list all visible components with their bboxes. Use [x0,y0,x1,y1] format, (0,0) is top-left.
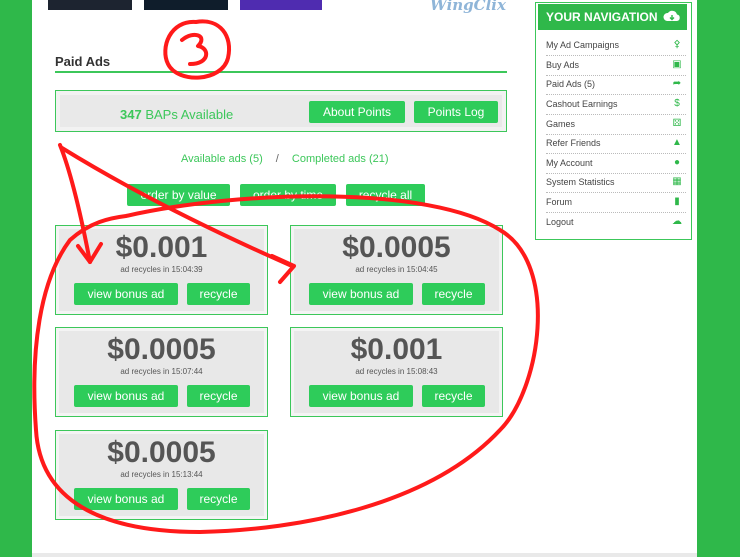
view-bonus-ad-button[interactable]: view bonus ad [309,385,413,407]
nav-item-label: Cashout Earnings [546,99,618,109]
nav-item-label: System Statistics [546,177,615,187]
banner-ad-2[interactable] [144,0,228,10]
nav-item-label: My Account [546,158,593,168]
ad-price: $0.0005 [342,231,451,264]
ad-card: $0.0005 ad recycles in 15:13:44 view bon… [55,430,268,520]
ad-card-inner: $0.0005 ad recycles in 15:07:44 view bon… [59,331,264,413]
wingclix-logo[interactable]: WingClix [430,0,506,14]
order-by-time-button[interactable]: order by time [240,184,336,206]
nav-item-forum[interactable]: Forum ▮ [546,193,686,213]
available-ads-link[interactable]: Available ads (5) [181,153,263,165]
navigation-panel: YOUR NAVIGATION My Ad Campaigns ⚴ Buy Ad… [535,2,692,240]
ad-filter-links: Available ads (5) / Completed ads (21) [181,153,389,165]
view-bonus-ad-button[interactable]: view bonus ad [74,283,178,305]
ad-recycle-timer: ad recycles in 15:04:45 [355,265,438,274]
window-icon: ▣ [672,59,682,70]
user-icon: ● [673,157,681,168]
ad-card-inner: $0.001 ad recycles in 15:08:43 view bonu… [294,331,499,413]
ad-price: $0.001 [350,333,443,366]
nav-item-cashout-earnings[interactable]: Cashout Earnings $ [546,95,686,115]
page-title: Paid Ads [55,54,111,69]
stats-icon: ▦ [672,176,682,187]
nav-item-my-account[interactable]: My Account ● [546,154,686,174]
dice-icon: ⚄ [672,118,682,129]
nav-item-label: Forum [546,197,573,207]
cloud-upload-icon: ☁ [672,216,682,227]
about-points-button[interactable]: About Points [309,101,405,123]
book-icon: ▮ [674,196,680,207]
recycle-button[interactable]: recycle [187,488,250,510]
view-bonus-ad-button[interactable]: view bonus ad [74,488,178,510]
sitemap-icon: ▲ [672,137,682,148]
recycle-button[interactable]: recycle [422,283,485,305]
points-label: BAPs Available [145,107,234,122]
nav-item-paid-ads[interactable]: Paid Ads (5) ➦ [546,75,686,95]
ad-card: $0.0005 ad recycles in 15:07:44 view bon… [55,327,268,417]
banner-ad-3[interactable] [240,0,322,10]
nav-item-system-statistics[interactable]: System Statistics ▦ [546,173,686,193]
ad-card-inner: $0.001 ad recycles in 15:04:39 view bonu… [59,229,264,311]
points-summary: 347 BAPs Available [120,107,233,122]
forward-icon: ➦ [672,78,682,89]
view-bonus-ad-button[interactable]: view bonus ad [74,385,178,407]
cloud-download-icon [663,10,680,21]
title-underline [55,71,507,73]
nav-item-label: Logout [546,217,574,227]
recycle-all-button[interactable]: recycle all [346,184,425,206]
ad-price: $0.0005 [107,333,216,366]
nav-item-buy-ads[interactable]: Buy Ads ▣ [546,56,686,76]
points-panel-inner: 347 BAPs Available About Points Points L… [60,95,502,127]
ad-price: $0.001 [115,231,208,264]
link-separator: / [275,153,279,165]
points-log-button[interactable]: Points Log [414,101,498,123]
points-count: 347 [120,107,142,122]
nav-item-refer-friends[interactable]: Refer Friends ▲ [546,134,686,154]
ad-card: $0.001 ad recycles in 15:04:39 view bonu… [55,225,268,315]
ad-price: $0.0005 [107,436,216,469]
view-bonus-ad-button[interactable]: view bonus ad [309,283,413,305]
recycle-button[interactable]: recycle [422,385,485,407]
nav-item-label: My Ad Campaigns [546,40,620,50]
ad-card-inner: $0.0005 ad recycles in 15:13:44 view bon… [59,434,264,516]
money-icon: $ [674,98,680,109]
ad-card: $0.001 ad recycles in 15:08:43 view bonu… [290,327,503,417]
banner-ad-1[interactable] [48,0,132,10]
navigation-title: YOUR NAVIGATION [546,10,658,24]
navigation-header: YOUR NAVIGATION [538,4,687,30]
recycle-button[interactable]: recycle [187,385,250,407]
ad-card: $0.0005 ad recycles in 15:04:45 view bon… [290,225,503,315]
nav-item-label: Buy Ads [546,60,580,70]
nav-item-my-ad-campaigns[interactable]: My Ad Campaigns ⚴ [546,36,686,56]
recycle-button[interactable]: recycle [187,283,250,305]
share-icon: ⚴ [673,39,681,50]
ad-recycle-timer: ad recycles in 15:04:39 [120,265,203,274]
nav-item-label: Refer Friends [546,138,601,148]
ad-recycle-timer: ad recycles in 15:13:44 [120,470,203,479]
points-panel: 347 BAPs Available About Points Points L… [55,90,507,132]
nav-item-logout[interactable]: Logout ☁ [546,213,686,232]
nav-item-label: Paid Ads (5) [546,79,596,89]
ad-recycle-timer: ad recycles in 15:08:43 [355,367,438,376]
nav-item-label: Games [546,119,576,129]
page-footer-divider [32,553,697,557]
completed-ads-link[interactable]: Completed ads (21) [292,153,389,165]
ad-card-inner: $0.0005 ad recycles in 15:04:45 view bon… [294,229,499,311]
nav-item-games[interactable]: Games ⚄ [546,115,686,135]
ad-recycle-timer: ad recycles in 15:07:44 [120,367,203,376]
order-by-value-button[interactable]: order by value [127,184,230,206]
